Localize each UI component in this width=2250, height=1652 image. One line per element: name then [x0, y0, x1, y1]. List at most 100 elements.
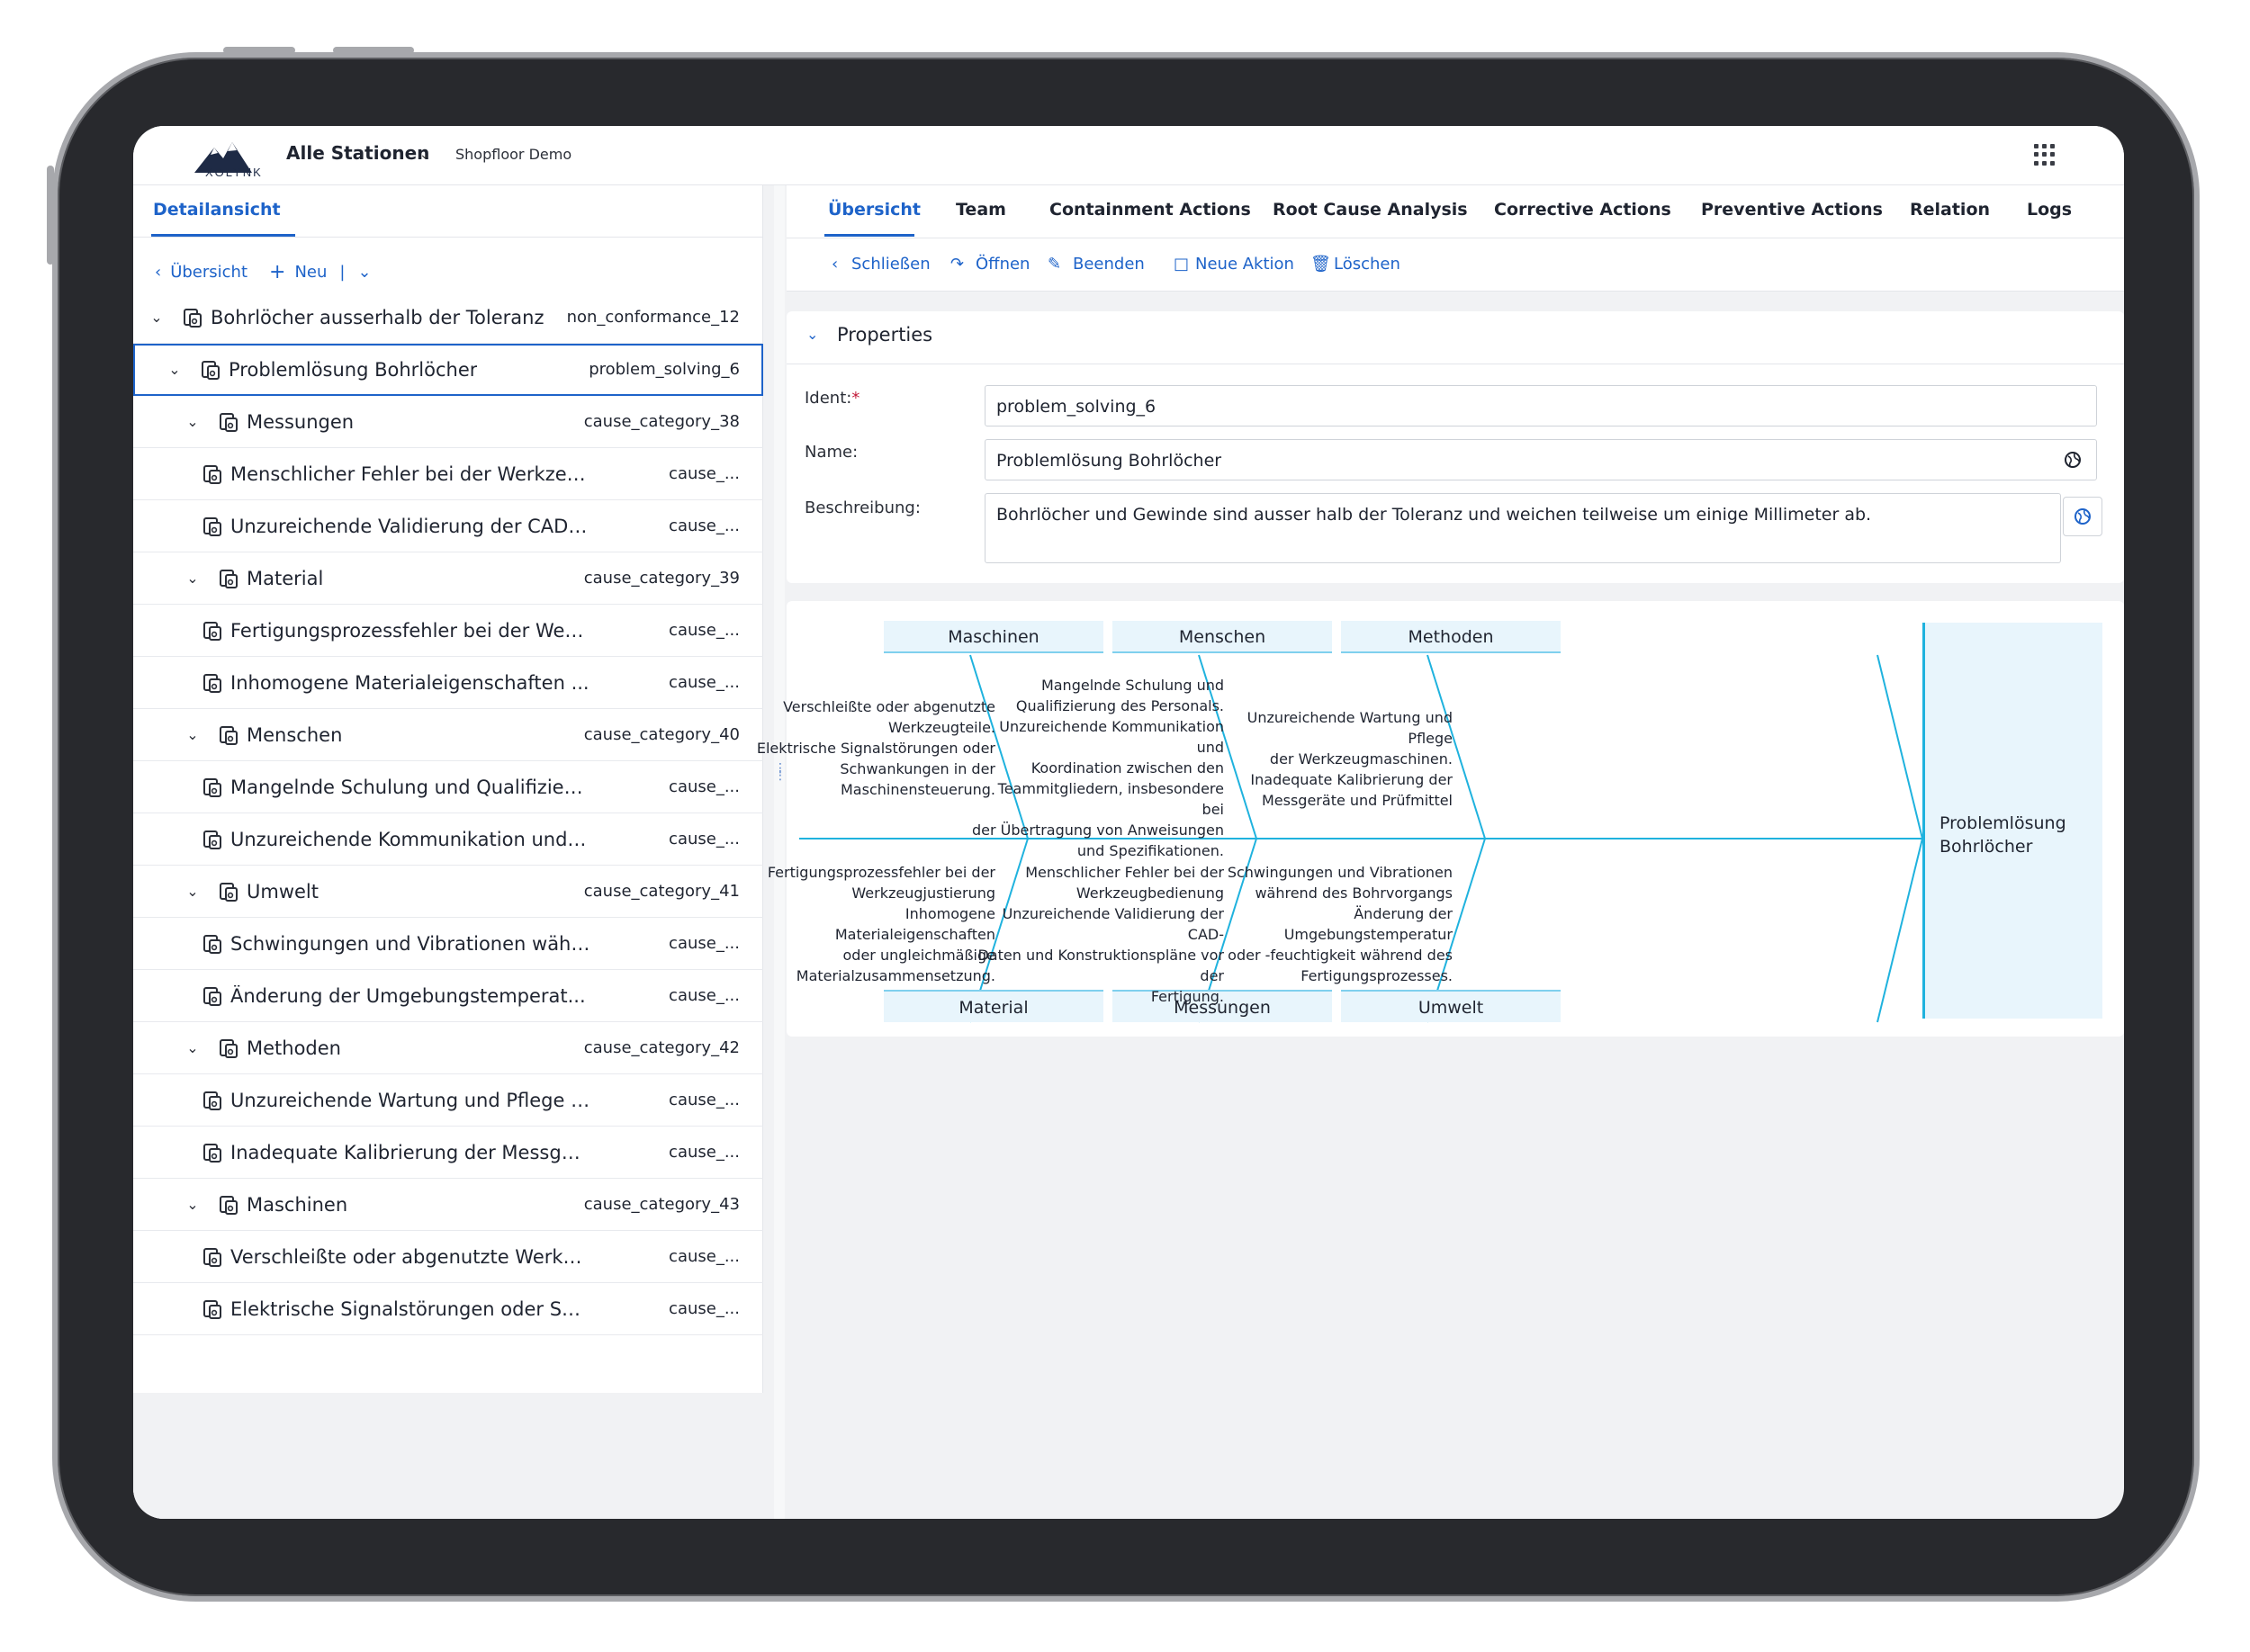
causes-maschinen: Verschleißte oder abgenutzte Werkzeugteil…	[743, 696, 995, 800]
cause-line: Menschlicher Fehler bei der	[1025, 864, 1224, 881]
tree-row[interactable]: ⌄ Umwelt cause_category_41	[133, 866, 763, 918]
tree-row[interactable]: Inadequate Kalibrierung der Messger... ca…	[133, 1127, 763, 1179]
expand-chevron-icon[interactable]: ⌄	[166, 361, 184, 378]
collapse-chevron-icon[interactable]: ⌄	[806, 326, 818, 343]
tree-row[interactable]: ⌄ Problemlösung Bohrlöcher problem_solving…	[133, 344, 763, 396]
chevron-down-icon[interactable]: ⌄	[419, 148, 430, 162]
expand-chevron-icon[interactable]: ⌄	[184, 1196, 202, 1213]
tree-view: ⌄ Bohrlöcher ausserhalb der Toleranz non_c…	[133, 292, 763, 1335]
delete-action-button[interactable]: Löschen	[1334, 255, 1400, 274]
description-label: Beschreibung:	[805, 498, 921, 517]
chevron-left-icon[interactable]: ‹	[832, 255, 838, 274]
tab-detailansicht[interactable]: Detailansicht	[153, 200, 281, 220]
tree-node-label: Methoden	[247, 1037, 341, 1059]
expand-chevron-icon[interactable]: ⌄	[184, 413, 202, 430]
tree-node-label: Material	[247, 567, 324, 589]
name-field[interactable]: Problemlösung Bohrlöcher	[985, 439, 2097, 480]
node-document-icon	[220, 1038, 238, 1058]
tree-row[interactable]: Verschleißte oder abgenutzte Werkze... ca…	[133, 1231, 763, 1283]
fishbone-head-label: Problemlösung Bohrlöcher	[1940, 813, 2066, 857]
description-field[interactable]: Bohrlöcher und Gewinde sind ausser halb …	[985, 493, 2061, 563]
panel-splitter[interactable]	[774, 185, 785, 1519]
chevron-left-icon[interactable]: ‹	[155, 263, 161, 282]
tree-node-label: Verschleißte oder abgenutzte Werkze...	[230, 1245, 590, 1268]
category-box-methoden[interactable]: Methoden	[1341, 621, 1561, 653]
new-button[interactable]: Neu	[294, 263, 327, 282]
expand-chevron-icon[interactable]: ⌄	[184, 883, 202, 900]
category-box-menschen[interactable]: Menschen	[1112, 621, 1332, 653]
tab-team[interactable]: Team	[956, 200, 1006, 220]
tree-row[interactable]: Unzureichende Validierung der CAD-... cau…	[133, 500, 763, 552]
trash-icon[interactable]: 🗑	[1310, 255, 1331, 274]
finish-action-button[interactable]: Beenden	[1073, 255, 1145, 274]
redo-arrow-icon[interactable]: ↷	[950, 255, 964, 274]
station-selector[interactable]: Alle Stationen	[286, 142, 429, 164]
category-box-maschinen[interactable]: Maschinen	[884, 621, 1103, 653]
tree-row[interactable]: ⌄ Bohrlöcher ausserhalb der Toleranz non_c…	[133, 292, 763, 344]
cause-line: Verschleißte oder abgenutzte	[783, 698, 995, 715]
tree-node-id: problem_solving_6	[589, 360, 740, 379]
tree-row[interactable]: Schwingungen und Vibrationen währ... caus…	[133, 918, 763, 970]
tree-node-id: cause_...	[669, 1247, 740, 1266]
tree-node-id: cause_...	[669, 777, 740, 796]
open-action-button[interactable]: Öffnen	[976, 255, 1030, 274]
tree-row[interactable]: ⌄ Messungen cause_category_38	[133, 396, 763, 448]
cause-line: Messgeräte und Prüfmittel	[1261, 792, 1453, 809]
tree-row[interactable]: Inhomogene Materialeigenschaften ... caus…	[133, 657, 763, 709]
tree-node-id: cause_...	[669, 1143, 740, 1162]
plus-icon[interactable]: +	[269, 261, 285, 283]
cause-line: Teammitgliedern, insbesondere bei	[997, 780, 1224, 818]
new-action-button[interactable]: Neue Aktion	[1195, 255, 1294, 274]
document-icon[interactable]: □	[1174, 255, 1189, 274]
divider	[133, 237, 763, 238]
tab-preventive-actions[interactable]: Preventive Actions	[1701, 200, 1883, 220]
tab-uebersicht[interactable]: Übersicht	[828, 200, 921, 220]
tab-corrective-actions[interactable]: Corrective Actions	[1494, 200, 1671, 220]
node-document-icon	[220, 412, 238, 432]
left-panel-empty-area	[133, 1393, 763, 1519]
expand-chevron-icon[interactable]: ⌄	[184, 1039, 202, 1056]
category-box-umwelt[interactable]: Umwelt	[1341, 990, 1561, 1022]
cause-line: Änderung der Umgebungstemperatur	[1283, 905, 1453, 943]
fishbone-head[interactable]: Problemlösung Bohrlöcher	[1922, 623, 2102, 1019]
right-panel: Übersicht Team Containment Actions Root …	[757, 185, 2124, 1519]
tree-node-id: cause_...	[669, 673, 740, 692]
tab-root-cause-analysis[interactable]: Root Cause Analysis	[1273, 200, 1468, 220]
tab-relation[interactable]: Relation	[1910, 200, 1990, 220]
name-label: Name:	[805, 443, 859, 462]
tree-row[interactable]: Fertigungsprozessfehler bei der Werk... c…	[133, 605, 763, 657]
tree-node-label: Schwingungen und Vibrationen währ...	[230, 932, 590, 955]
new-dropdown-chevron-icon[interactable]: ⌄	[358, 263, 372, 282]
apps-grid-icon[interactable]	[2034, 144, 2056, 166]
tree-node-label: Maschinen	[247, 1193, 348, 1216]
globe-icon[interactable]	[2064, 451, 2082, 469]
tree-row[interactable]: ⌄ Material cause_category_39	[133, 552, 763, 605]
tree-row[interactable]: ⌄ Maschinen cause_category_43	[133, 1179, 763, 1231]
tree-row[interactable]: Elektrische Signalstörungen oder Sch... c…	[133, 1283, 763, 1335]
tab-containment-actions[interactable]: Containment Actions	[1049, 200, 1251, 220]
tree-row[interactable]: Menschlicher Fehler bei der Werkzeu... ca…	[133, 448, 763, 500]
ident-field[interactable]: problem_solving_6	[985, 385, 2097, 426]
tree-row[interactable]: Unzureichende Kommunikation und ... cause…	[133, 813, 763, 866]
tab-logs[interactable]: Logs	[2027, 200, 2072, 220]
tree-row[interactable]: ⌄ Menschen cause_category_40	[133, 709, 763, 761]
back-overview-button[interactable]: Übersicht	[170, 263, 248, 282]
pen-icon[interactable]: ✎	[1048, 255, 1061, 274]
cause-line: oder ungleichmäßige	[842, 947, 995, 964]
tree-node-id: non_conformance_12	[566, 308, 740, 327]
tree-row[interactable]: Mangelnde Schulung und Qualifizieru... ca…	[133, 761, 763, 813]
tree-row[interactable]: ⌄ Methoden cause_category_42	[133, 1022, 763, 1074]
expand-chevron-icon[interactable]: ⌄	[184, 726, 202, 743]
cause-line: Werkzeugbedienung	[1076, 884, 1224, 902]
node-document-icon	[203, 464, 221, 484]
tree-row[interactable]: Unzureichende Wartung und Pflege d... cau…	[133, 1074, 763, 1127]
globe-icon	[2074, 508, 2091, 525]
tree-node-label: Menschlicher Fehler bei der Werkzeu...	[230, 462, 590, 485]
cause-line: Mangelnde Schulung und	[1040, 677, 1224, 694]
expand-chevron-icon[interactable]: ⌄	[184, 570, 202, 587]
expand-chevron-icon[interactable]: ⌄	[148, 309, 166, 326]
tree-row[interactable]: Änderung der Umgebungstemperat... cause_.…	[133, 970, 763, 1022]
translate-button[interactable]	[2063, 497, 2102, 536]
causes-menschen: Mangelnde Schulung und Qualifizierung des…	[972, 675, 1224, 861]
close-action-button[interactable]: Schließen	[851, 255, 931, 274]
